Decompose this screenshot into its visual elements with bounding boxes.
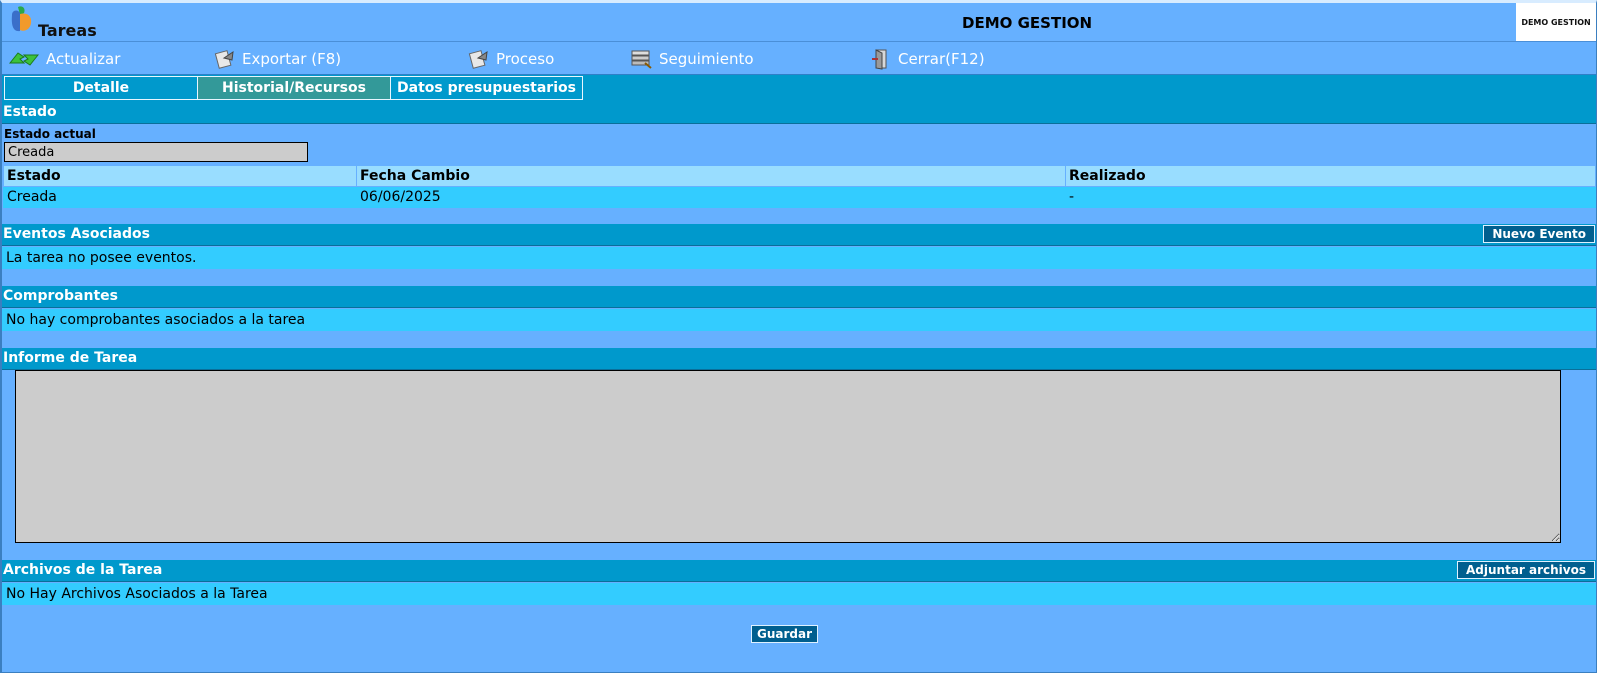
comprobantes-empty-message: No hay comprobantes asociados a la tarea	[2, 309, 1596, 331]
company-title: DEMO GESTION	[962, 14, 1093, 32]
eventos-empty-message: La tarea no posee eventos.	[2, 247, 1596, 269]
estado-actual-field[interactable]	[4, 142, 308, 162]
estado-history-table: Estado Fecha Cambio Realizado Creada 06/…	[3, 165, 1596, 208]
brand-logo: DEMO GESTION	[1516, 3, 1596, 41]
estado-section-header: Estado	[2, 102, 1596, 124]
tracking-icon	[631, 50, 652, 69]
estado-actual-label: Estado actual	[4, 127, 96, 141]
export-icon	[214, 50, 234, 69]
refresh-label: Actualizar	[46, 50, 121, 68]
export-label: Exportar (F8)	[242, 50, 342, 68]
tab-historial-recursos[interactable]: Historial/Recursos	[197, 76, 391, 100]
guardar-button[interactable]: Guardar	[751, 625, 818, 643]
column-header-estado: Estado	[3, 165, 357, 187]
tracking-label: Seguimiento	[659, 50, 754, 68]
eventos-section-header: Eventos Asociados Nuevo Evento	[2, 224, 1596, 246]
process-icon	[468, 50, 488, 69]
cell-fecha-cambio: 06/06/2025	[356, 186, 1066, 208]
tracking-button[interactable]: Seguimiento	[629, 47, 754, 71]
title-bar: Tareas DEMO GESTION DEMO GESTION	[2, 3, 1596, 42]
eventos-section-title: Eventos Asociados	[3, 226, 150, 242]
estado-section-title: Estado	[3, 104, 57, 120]
informe-section-header: Informe de Tarea	[2, 348, 1596, 370]
tab-detalle[interactable]: Detalle	[4, 76, 198, 100]
export-button[interactable]: Exportar (F8)	[214, 47, 341, 71]
toolbar: Actualizar Exportar (F8) Proceso Seguimi…	[2, 43, 1596, 75]
comprobantes-section-header: Comprobantes	[2, 286, 1596, 308]
comprobantes-section-title: Comprobantes	[3, 288, 118, 304]
refresh-icon	[8, 52, 40, 66]
refresh-button[interactable]: Actualizar	[8, 47, 120, 71]
close-icon	[872, 49, 887, 70]
archivos-section-title: Archivos de la Tarea	[3, 562, 163, 578]
table-header-row: Estado Fecha Cambio Realizado	[3, 165, 1596, 187]
column-header-realizado: Realizado	[1065, 165, 1596, 187]
nuevo-evento-button[interactable]: Nuevo Evento	[1483, 225, 1595, 243]
close-window-button[interactable]: Cerrar(F12)	[870, 47, 985, 71]
tab-datos-presupuestarios[interactable]: Datos presupuestarios	[390, 76, 583, 100]
process-label: Proceso	[496, 50, 555, 68]
cell-estado: Creada	[3, 186, 357, 208]
informe-textarea[interactable]	[15, 370, 1561, 543]
app-title: Tareas	[38, 21, 97, 40]
informe-section-title: Informe de Tarea	[3, 350, 138, 366]
table-row: Creada 06/06/2025 -	[3, 186, 1596, 208]
tab-bar: Detalle Historial/Recursos Datos presupu…	[2, 75, 1596, 103]
column-header-fecha-cambio: Fecha Cambio	[356, 165, 1066, 187]
archivos-empty-message: No Hay Archivos Asociados a la Tarea	[2, 583, 1596, 605]
cell-realizado: -	[1065, 186, 1596, 208]
adjuntar-archivos-button[interactable]: Adjuntar archivos	[1457, 561, 1595, 579]
archivos-section-header: Archivos de la Tarea Adjuntar archivos	[2, 560, 1596, 582]
close-label: Cerrar(F12)	[898, 50, 985, 68]
process-button[interactable]: Proceso	[468, 47, 554, 71]
app-logo-icon	[11, 6, 32, 32]
